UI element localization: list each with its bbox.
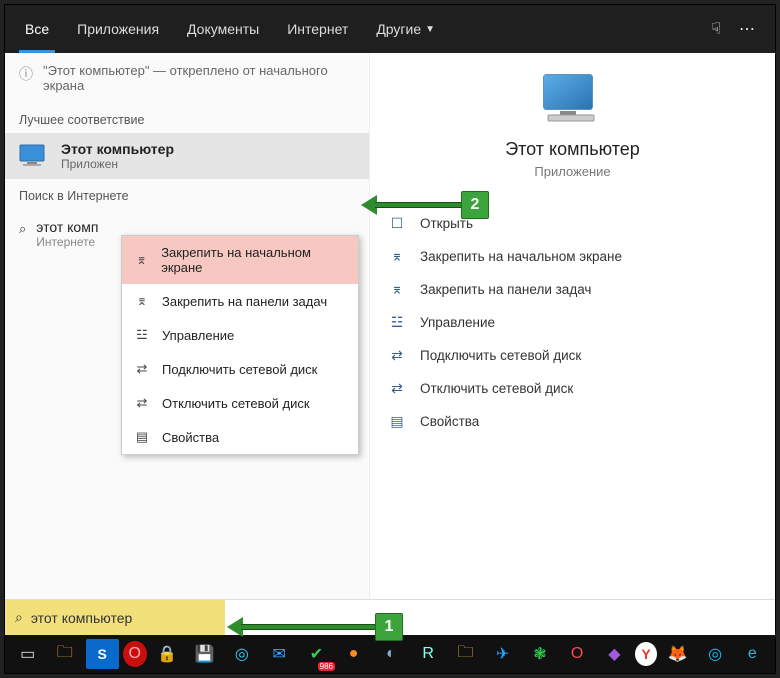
action-disconnect-drive[interactable]: ⇄Отключить сетевой диск xyxy=(386,372,759,405)
props-icon: ▤ xyxy=(134,429,150,445)
info-icon: ⓘ xyxy=(19,64,33,93)
network-icon: ⇄ xyxy=(388,380,406,397)
tab-all[interactable]: Все xyxy=(11,5,63,53)
taskbar-edge[interactable]: e xyxy=(736,639,769,669)
action-pin-start[interactable]: ⌆Закрепить на начальном экране xyxy=(386,240,759,273)
taskbar-taskview[interactable]: ▭ xyxy=(11,639,44,669)
network-icon: ⇄ xyxy=(134,361,150,377)
preview-subtitle: Приложение xyxy=(386,164,759,179)
ctx-pin-start[interactable]: ⌆Закрепить на начальном экране xyxy=(122,236,358,284)
ctx-disconnect-drive[interactable]: ⇄Отключить сетевой диск xyxy=(122,386,358,420)
action-pin-taskbar[interactable]: ⌆Закрепить на панели задач xyxy=(386,273,759,306)
manage-icon: ☳ xyxy=(388,314,406,331)
more-icon[interactable]: ⋯ xyxy=(739,19,755,39)
preview-pane: Этот компьютер Приложение ☐Открыть ⌆Закр… xyxy=(370,53,775,599)
pin-icon: ⌆ xyxy=(388,248,406,265)
tab-apps[interactable]: Приложения xyxy=(63,5,173,53)
pc-large-icon xyxy=(538,71,608,131)
callout-badge-1: 1 xyxy=(375,613,403,641)
action-connect-drive[interactable]: ⇄Подключить сетевой диск xyxy=(386,339,759,372)
pin-icon: ⌆ xyxy=(134,252,149,268)
taskbar-firefox[interactable]: ● xyxy=(337,639,370,669)
props-icon: ▤ xyxy=(388,413,406,430)
taskbar-explorer[interactable]: 🗀 xyxy=(48,639,81,669)
pc-icon xyxy=(19,144,49,168)
taskbar-r[interactable]: R xyxy=(412,639,445,669)
action-properties[interactable]: ▤Свойства xyxy=(386,405,759,438)
section-best-match: Лучшее соответствие xyxy=(5,103,369,133)
taskbar-save[interactable]: 💾 xyxy=(188,639,221,669)
callout-badge-2: 2 xyxy=(461,191,489,219)
tab-web[interactable]: Интернет xyxy=(273,5,362,53)
search-icon: ⌕ xyxy=(19,221,26,249)
callout-1: 1 xyxy=(227,613,403,641)
tab-more[interactable]: Другие▼ xyxy=(362,5,449,53)
tab-bar: Все Приложения Документы Интернет Другие… xyxy=(5,5,775,53)
tab-docs[interactable]: Документы xyxy=(173,5,273,53)
pin-icon: ⌆ xyxy=(134,293,150,309)
preview-title: Этот компьютер xyxy=(386,139,759,160)
taskbar-app1[interactable]: ◎ xyxy=(225,639,258,669)
network-icon: ⇄ xyxy=(134,395,150,411)
search-results-pane: ⓘ "Этот компьютер" — откреплено от начал… xyxy=(5,53,370,599)
context-menu: ⌆Закрепить на начальном экране ⌆Закрепит… xyxy=(121,235,359,455)
feedback-icon[interactable]: ☟ xyxy=(711,19,721,39)
chevron-down-icon: ▼ xyxy=(425,24,435,35)
taskbar-snagit[interactable]: S xyxy=(86,639,119,669)
unpin-message: ⓘ "Этот компьютер" — откреплено от начал… xyxy=(5,53,369,103)
best-match-result[interactable]: Этот компьютер Приложен xyxy=(5,133,369,179)
taskbar-steam[interactable]: ◐ xyxy=(374,639,407,669)
taskbar-folder2[interactable]: 🗀 xyxy=(449,639,482,669)
taskbar-lock[interactable]: 🔒 xyxy=(151,639,184,669)
taskbar-app2[interactable]: ❃ xyxy=(523,639,556,669)
search-query: этот компьютер xyxy=(31,610,132,626)
taskbar-yandex[interactable]: Y xyxy=(635,642,657,666)
callout-2: 2 xyxy=(361,191,489,219)
ctx-connect-drive[interactable]: ⇄Подключить сетевой диск xyxy=(122,352,358,386)
taskbar-comment[interactable]: ✉ xyxy=(263,639,296,669)
taskbar-opera[interactable]: O xyxy=(123,641,147,667)
manage-icon: ☳ xyxy=(134,327,150,343)
ctx-pin-taskbar[interactable]: ⌆Закрепить на панели задач xyxy=(122,284,358,318)
taskbar-torrent[interactable]: ✔ xyxy=(300,639,333,669)
network-icon: ⇄ xyxy=(388,347,406,364)
action-manage[interactable]: ☳Управление xyxy=(386,306,759,339)
ctx-manage[interactable]: ☳Управление xyxy=(122,318,358,352)
taskbar-opera2[interactable]: O xyxy=(561,639,594,669)
taskbar-tg[interactable]: ✈ xyxy=(486,639,519,669)
taskbar-app3[interactable]: ◆ xyxy=(598,639,631,669)
section-web-search: Поиск в Интернете xyxy=(5,179,369,209)
taskbar-app4[interactable]: ◎ xyxy=(698,639,731,669)
search-box[interactable]: ⌕ этот компьютер xyxy=(5,600,225,635)
search-icon: ⌕ xyxy=(15,609,23,626)
pin-icon: ⌆ xyxy=(388,281,406,298)
ctx-properties[interactable]: ▤Свойства xyxy=(122,420,358,454)
taskbar-firefox2[interactable]: 🦊 xyxy=(661,639,694,669)
